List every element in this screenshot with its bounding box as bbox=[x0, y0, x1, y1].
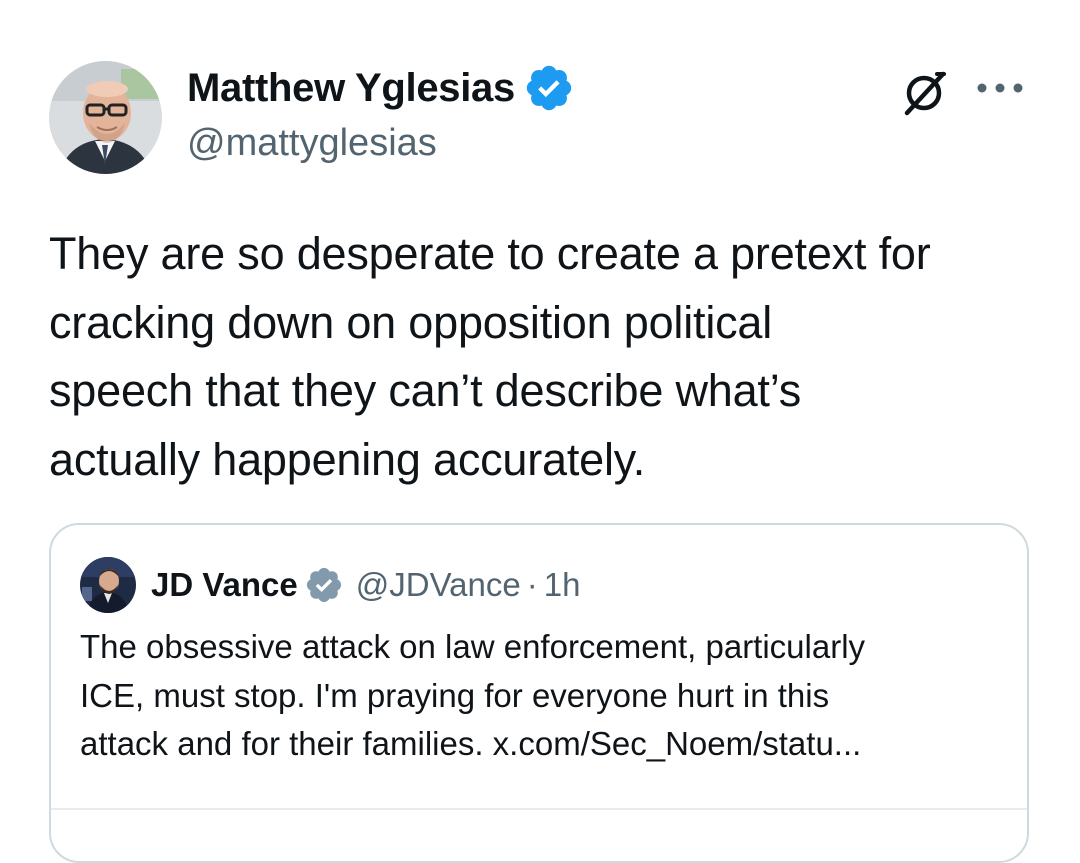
quoted-tweet-text: The obsessive attack on law enforcement,… bbox=[80, 623, 1020, 769]
tweet: Matthew Yglesias @mattyglesias They are … bbox=[0, 0, 1080, 863]
tweet-text-line: They are so desperate to create a pretex… bbox=[49, 228, 931, 279]
quoted-author-name[interactable]: JD Vance bbox=[151, 566, 298, 604]
quoted-text-line: attack and for their families. x.com/Sec… bbox=[80, 725, 862, 762]
quoted-media-divider bbox=[51, 808, 1027, 810]
grok-button[interactable] bbox=[896, 65, 952, 121]
quoted-tweet-header[interactable]: JD Vance @JDVance · 1h bbox=[151, 563, 580, 607]
quoted-text-line: ICE, must stop. I'm praying for everyone… bbox=[80, 676, 830, 714]
quoted-author-handle[interactable]: @JDVance bbox=[356, 566, 521, 604]
quoted-text-line: The obsessive attack on law enforcement,… bbox=[80, 628, 866, 665]
quoted-author-avatar[interactable] bbox=[80, 557, 136, 613]
more-options-button[interactable] bbox=[970, 68, 1030, 108]
author-name-row[interactable]: Matthew Yglesias bbox=[187, 62, 575, 114]
author-display-name[interactable]: Matthew Yglesias bbox=[187, 66, 515, 111]
grok-icon bbox=[904, 71, 946, 116]
verified-badge-icon bbox=[526, 65, 572, 111]
quoted-tweet-card[interactable]: JD Vance @JDVance · 1h The obsessive att… bbox=[49, 523, 1029, 863]
tweet-text-line: cracking down on opposition political bbox=[49, 296, 773, 348]
quoted-timestamp[interactable]: 1h bbox=[544, 566, 581, 604]
tweet-text-line: speech that they can’t describe what’s bbox=[49, 365, 802, 416]
tweet-text-line: actually happening accurately. bbox=[49, 433, 646, 485]
separator-dot: · bbox=[526, 566, 538, 603]
author-avatar[interactable] bbox=[49, 61, 162, 174]
tweet-text: They are so desperate to create a pretex… bbox=[49, 220, 1049, 494]
more-options-icon bbox=[977, 83, 1023, 93]
author-handle[interactable]: @mattyglesias bbox=[187, 122, 437, 165]
government-badge-icon bbox=[306, 567, 341, 603]
